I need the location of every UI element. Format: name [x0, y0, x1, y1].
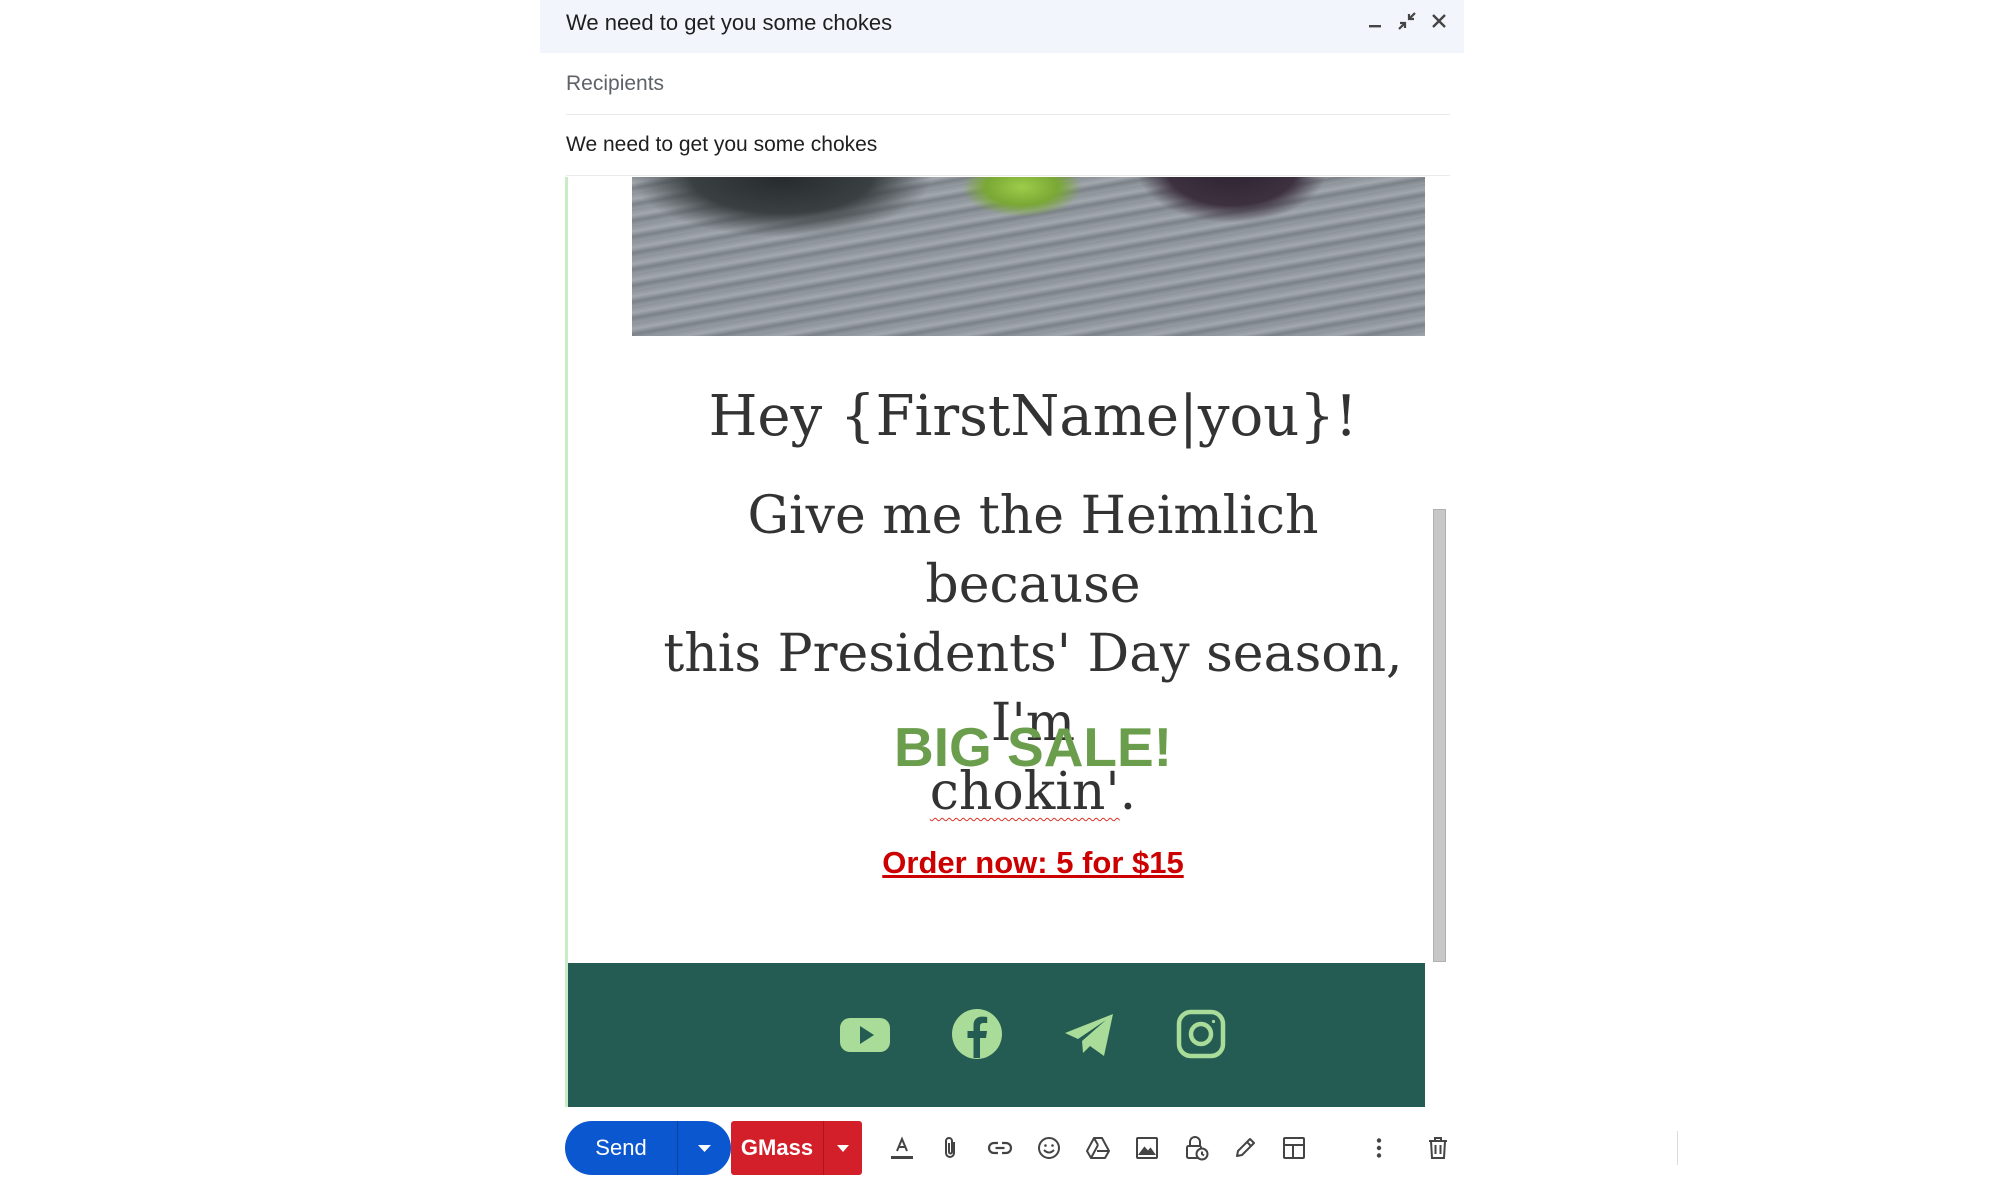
order-link[interactable]: Order now: 5 for $15 — [638, 843, 1428, 883]
send-button-group: Send — [565, 1121, 731, 1175]
signature-icon[interactable] — [1232, 1135, 1258, 1161]
sale-banner: BIG SALE! — [893, 716, 1173, 778]
compose-titlebar[interactable]: We need to get you some chokes — [540, 0, 1464, 53]
discard-icon[interactable] — [1425, 1135, 1451, 1161]
headline-line-1: Give me the Heimlich because — [747, 486, 1319, 615]
recipients-field[interactable]: Recipients — [566, 53, 1450, 115]
close-icon[interactable] — [1428, 10, 1450, 32]
body-scrollbar[interactable] — [1433, 509, 1446, 962]
compose-window: We need to get you some chokes Recipient… — [540, 0, 1678, 1180]
greeting-heading: Hey {FirstName|you}! — [708, 384, 1358, 449]
subject-field[interactable]: We need to get you some chokes — [566, 114, 1450, 176]
attach-icon[interactable] — [938, 1135, 964, 1161]
compose-title: We need to get you some chokes — [566, 10, 893, 35]
gmass-options-button[interactable] — [824, 1121, 862, 1175]
link-icon[interactable] — [987, 1135, 1013, 1161]
caret-down-icon — [837, 1145, 849, 1152]
photo-icon[interactable] — [1134, 1135, 1160, 1161]
layout-icon[interactable] — [1281, 1135, 1307, 1161]
titlebar-controls — [1364, 10, 1450, 32]
more-options-icon[interactable] — [1366, 1135, 1392, 1161]
instagram-icon[interactable] — [1175, 1008, 1227, 1060]
caret-down-icon — [698, 1145, 711, 1152]
hero-image — [632, 177, 1425, 336]
social-footer — [568, 963, 1425, 1107]
send-options-button[interactable] — [678, 1121, 731, 1175]
formatting-icon[interactable] — [889, 1135, 915, 1161]
facebook-icon[interactable] — [951, 1008, 1003, 1060]
compose-toolbar: Send GMass — [565, 1118, 1678, 1175]
exit-fullscreen-icon[interactable] — [1396, 10, 1418, 32]
toolbar-divider — [1677, 1131, 1678, 1165]
message-body[interactable]: Hey {FirstName|you}! Give me the Heimlic… — [565, 177, 1428, 1107]
drive-icon[interactable] — [1085, 1135, 1111, 1161]
minimize-icon[interactable] — [1364, 10, 1386, 32]
emoji-icon[interactable] — [1036, 1135, 1062, 1161]
social-links — [839, 1008, 1227, 1060]
telegram-icon[interactable] — [1063, 1008, 1115, 1060]
youtube-icon[interactable] — [839, 1008, 891, 1060]
confidential-icon[interactable] — [1183, 1135, 1209, 1161]
gmass-button-group: GMass — [731, 1121, 862, 1175]
gmass-button[interactable]: GMass — [731, 1121, 823, 1175]
send-button[interactable]: Send — [565, 1121, 677, 1175]
